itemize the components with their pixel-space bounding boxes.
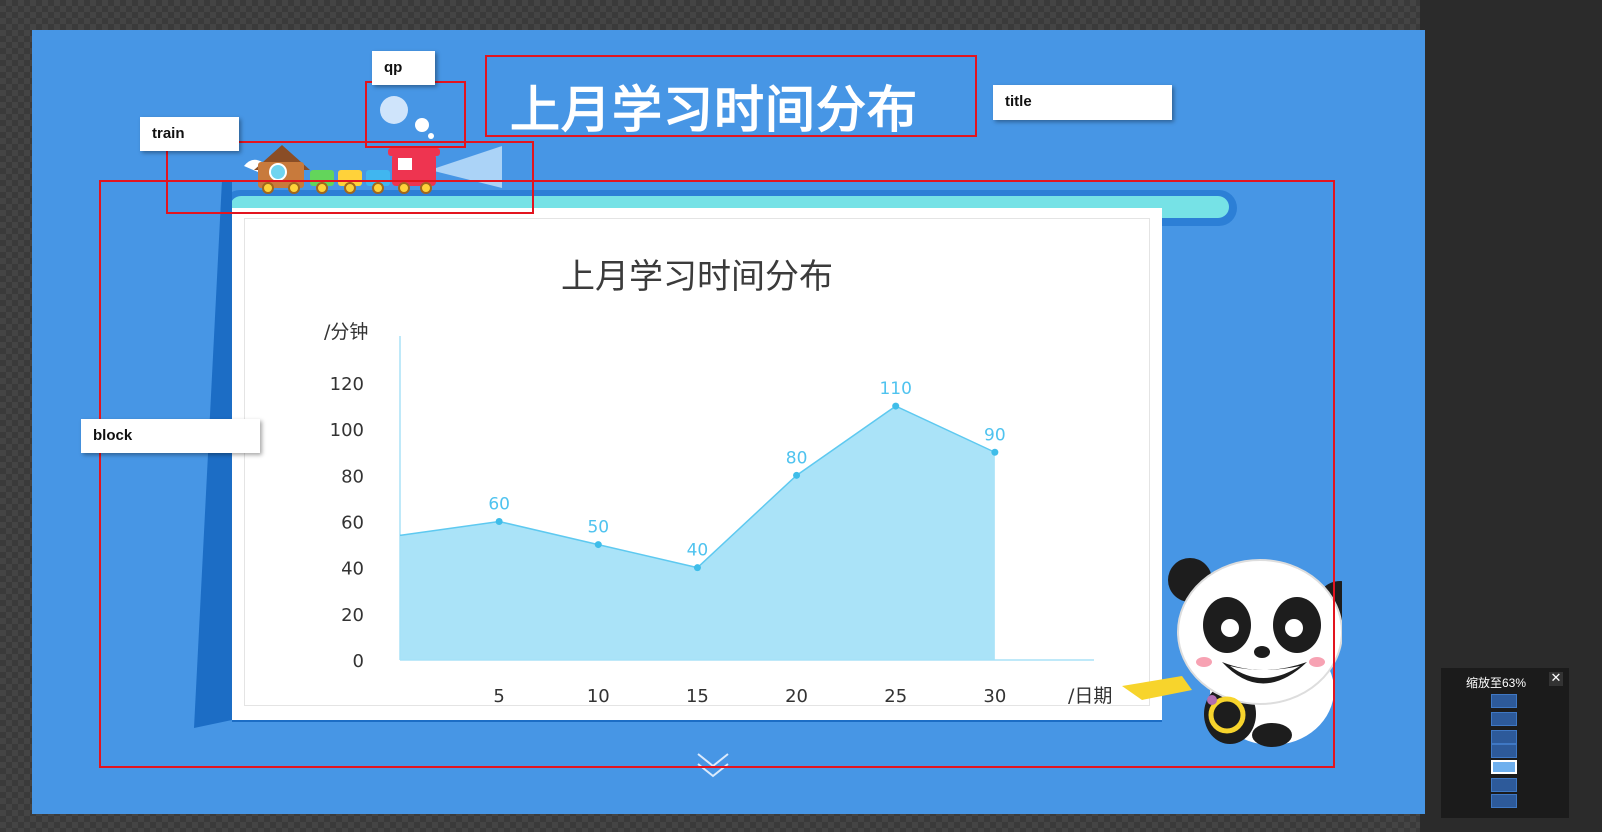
annotation-label-block[interactable]: block — [81, 419, 260, 453]
zoom-level-label: 缩放至63% — [1465, 676, 1527, 690]
annotation-box-block[interactable] — [99, 180, 1335, 768]
annotation-box-title[interactable] — [485, 55, 977, 137]
slide-thumbnail[interactable] — [1491, 694, 1517, 708]
slide-thumbnail-active[interactable] — [1491, 760, 1517, 774]
slide-thumbnail[interactable] — [1491, 744, 1517, 758]
slide-thumbnail[interactable] — [1491, 778, 1517, 792]
annotation-box-qp[interactable] — [365, 81, 466, 148]
annotation-label-qp[interactable]: qp — [372, 51, 435, 85]
close-icon[interactable]: ✕ — [1549, 672, 1563, 686]
annotation-label-train[interactable]: train — [140, 117, 239, 151]
slide-thumbnail[interactable] — [1491, 794, 1517, 808]
thumbnail-panel: 缩放至63% ✕ — [1441, 668, 1569, 818]
slide-thumbnail[interactable] — [1491, 730, 1517, 744]
slide-thumbnail[interactable] — [1491, 712, 1517, 726]
annotation-label-title[interactable]: title — [993, 85, 1172, 120]
